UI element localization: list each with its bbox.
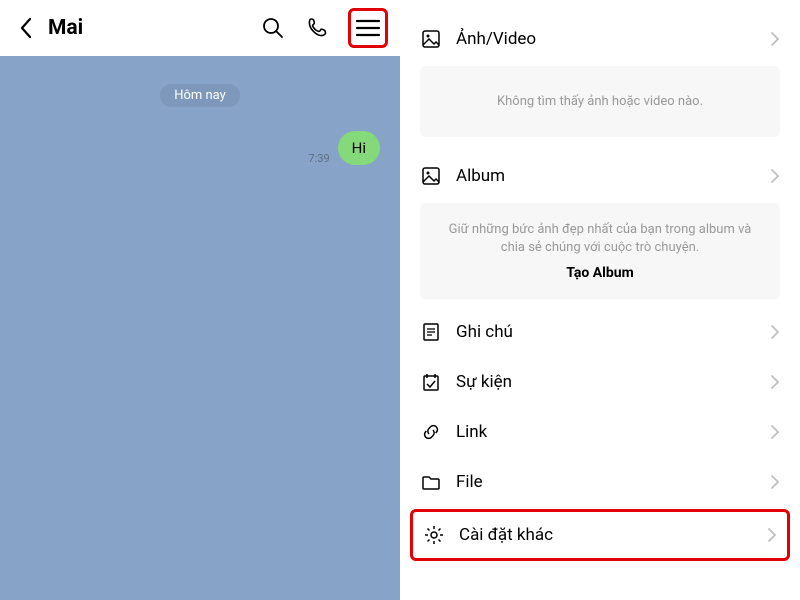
date-pill: Hôm nay [160, 84, 240, 107]
album-empty: Giữ những bức ảnh đẹp nhất của bạn trong… [420, 203, 780, 299]
call-button[interactable] [304, 15, 330, 41]
phone-icon [305, 16, 329, 40]
album-section: Album Giữ những bức ảnh đẹp nhất của bạn… [400, 145, 800, 307]
chevron-right-icon [770, 168, 780, 184]
notes-row[interactable]: Ghi chú [400, 307, 800, 357]
create-album-button[interactable]: Tạo Album [434, 265, 766, 281]
album-desc-line2: chia sẻ chúng với cuộc trò chuyện. [501, 240, 699, 255]
chevron-right-icon [770, 324, 780, 340]
search-button[interactable] [260, 15, 286, 41]
album-icon [420, 165, 442, 187]
hamburger-icon [355, 18, 381, 38]
chevron-left-icon [19, 17, 33, 39]
chevron-right-icon [770, 31, 780, 47]
chevron-right-icon [767, 527, 777, 543]
events-row[interactable]: Sự kiện [400, 357, 800, 407]
events-label: Sự kiện [456, 372, 756, 392]
chevron-right-icon [770, 474, 780, 490]
album-header[interactable]: Album [420, 157, 780, 195]
notes-label: Ghi chú [456, 322, 756, 342]
chat-panel: Mai Hôm nay 7:39 Hi [0, 0, 400, 600]
photos-header[interactable]: Ảnh/Video [420, 20, 780, 58]
link-icon [420, 421, 442, 443]
chat-header: Mai [0, 0, 400, 56]
gear-icon [423, 524, 445, 546]
menu-button[interactable] [355, 15, 381, 41]
menu-button-highlight [348, 8, 388, 48]
settings-row[interactable]: Cài đặt khác [410, 509, 790, 561]
image-icon [420, 28, 442, 50]
chat-body: Hôm nay 7:39 Hi [0, 56, 400, 600]
side-panel[interactable]: Ảnh/Video Không tìm thấy ảnh hoặc video … [400, 0, 800, 600]
message-time: 7:39 [308, 152, 329, 165]
photos-section: Ảnh/Video Không tìm thấy ảnh hoặc video … [400, 8, 800, 145]
album-desc-line1: Giữ những bức ảnh đẹp nhất của bạn trong… [449, 222, 752, 237]
settings-label: Cài đặt khác [459, 525, 753, 545]
files-label: File [456, 472, 756, 492]
links-label: Link [456, 422, 756, 442]
folder-icon [420, 471, 442, 493]
note-icon [420, 321, 442, 343]
photos-empty: Không tìm thấy ảnh hoặc video nào. [420, 66, 780, 137]
message-bubble[interactable]: Hi [338, 131, 380, 165]
files-row[interactable]: File [400, 457, 800, 507]
chevron-right-icon [770, 424, 780, 440]
calendar-icon [420, 371, 442, 393]
contact-name: Mai [48, 16, 252, 40]
message-row: 7:39 Hi [16, 131, 380, 165]
links-row[interactable]: Link [400, 407, 800, 457]
photos-title: Ảnh/Video [456, 29, 756, 49]
chevron-right-icon [770, 374, 780, 390]
back-button[interactable] [12, 14, 40, 42]
search-icon [261, 16, 285, 40]
album-title: Album [456, 166, 756, 186]
